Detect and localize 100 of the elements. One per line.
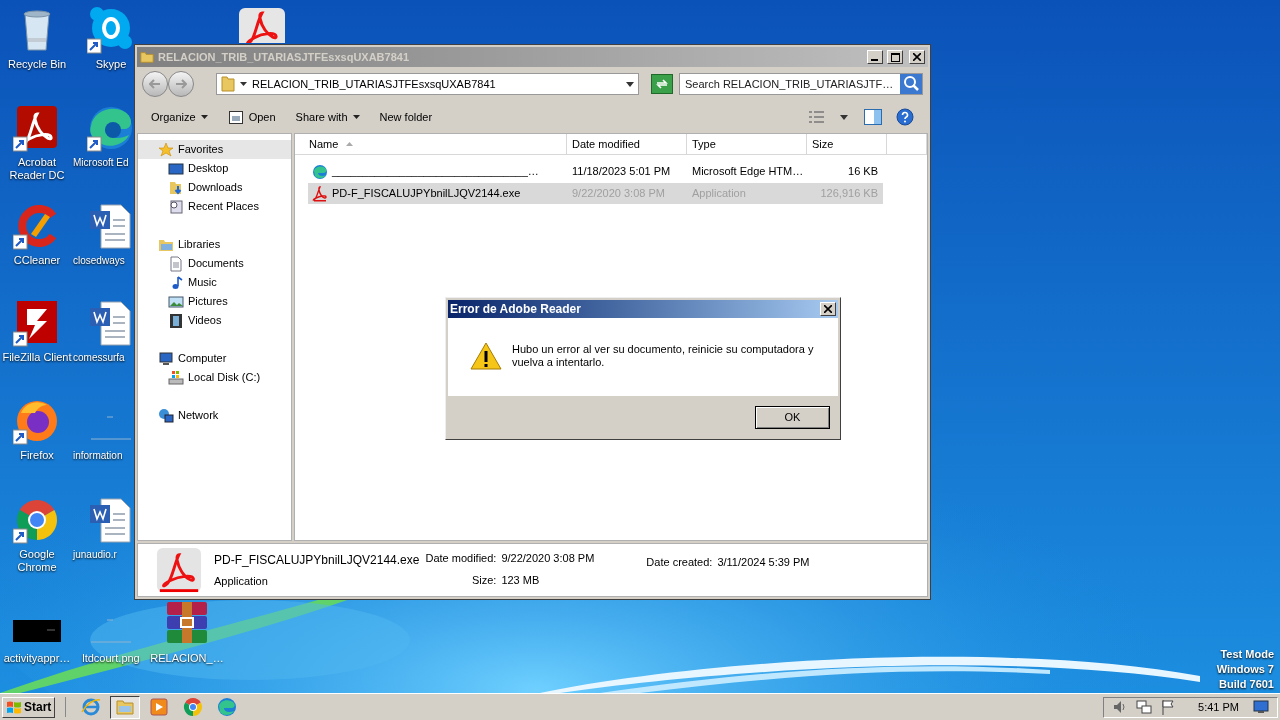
column-header[interactable]: Type — [687, 134, 807, 154]
nav-item[interactable]: Pictures — [138, 292, 291, 311]
nav-item[interactable]: Recent Places — [138, 197, 291, 216]
desktop-icon-label: Recycle Bin — [6, 58, 68, 71]
desktop-icon-label: junaudio.r — [73, 548, 117, 561]
desktop-icon-label: closedways — [73, 254, 125, 267]
browser-icon — [217, 697, 238, 717]
maximize-icon — [890, 52, 900, 62]
browser-icon — [183, 697, 204, 717]
table-cell-text: 11/18/2023 5:01 PM — [571, 164, 672, 180]
column-header[interactable]: Name — [295, 134, 567, 154]
column-header[interactable]: Size — [807, 134, 887, 154]
close-icon — [913, 53, 921, 61]
detail-value: 9/22/2020 3:08 PM — [501, 551, 595, 566]
table-cell-text: PD-F_FISCALUJPYbnilLJQV2144.exe — [332, 186, 521, 202]
desktop-icon-label: information — [73, 449, 123, 462]
search-field[interactable]: Search RELACION_TRIB_UTARIASJTF… — [679, 73, 923, 95]
system-notice-text: Windows 7 — [1216, 662, 1274, 677]
maximize-button[interactable] — [887, 50, 903, 64]
file-name: PD-F_FISCALUJPYbnilLJQV2144.exe — [214, 551, 420, 569]
landscape-picture-icon — [168, 293, 184, 310]
folder-icon — [221, 76, 235, 92]
dialog-title: Error de Adobe Reader — [450, 301, 582, 318]
table-cell-text: 16 KB — [847, 164, 879, 180]
desktop-icon-label: ltdcourt.png — [81, 652, 141, 665]
nav-item[interactable]: Downloads — [138, 178, 291, 197]
pdf-file-icon[interactable] — [238, 7, 286, 43]
toolbar-button[interactable]: Open — [221, 105, 282, 129]
address-path: RELACION_TRIB_UTARIASJTFEsxsqUXAB7841 — [252, 76, 497, 92]
nav-item[interactable]: Desktop — [138, 159, 291, 178]
film-icon — [168, 312, 184, 329]
document-icon — [168, 255, 184, 272]
ok-button[interactable]: OK — [755, 406, 830, 429]
browser-e-icon — [81, 697, 102, 717]
preview-pane-icon[interactable] — [864, 109, 882, 125]
column-header[interactable]: Date modified — [567, 134, 687, 154]
address-bar[interactable]: RELACION_TRIB_UTARIASJTFEsxsqUXAB7841 — [216, 73, 639, 95]
back-button[interactable] — [142, 71, 168, 97]
nav-item[interactable]: Documents — [138, 254, 291, 273]
pdf-file-icon — [156, 547, 202, 593]
folder-icon — [140, 50, 154, 64]
toolbar-button[interactable]: Share with — [289, 105, 366, 129]
desktop-icon-label: CCleaner — [12, 254, 62, 267]
desktop-icon-label: Microsoft Ed — [73, 156, 129, 169]
flag-icon[interactable] — [1160, 699, 1177, 715]
clock-time[interactable]: 5:41 PM — [1198, 698, 1239, 716]
desktop-icon-label: Skype — [94, 58, 128, 71]
toolbar-button[interactable]: New folder — [373, 105, 439, 129]
desktop-icon-label: RELACION_… — [149, 652, 225, 665]
detail-value: 123 MB — [501, 572, 541, 588]
drive-icon — [168, 369, 184, 386]
dropdown-caret-icon[interactable] — [626, 81, 634, 87]
warning-icon — [470, 342, 502, 370]
table-cell-text: Application — [691, 186, 747, 202]
table-cell-text: 126,916 KB — [819, 186, 879, 202]
download-folder-icon — [168, 179, 184, 196]
detail-label: Size: — [470, 572, 497, 588]
start-button[interactable]: Start — [2, 696, 56, 718]
network-computer-icon[interactable] — [1136, 699, 1153, 715]
desktop-icon-label: Firefox — [19, 449, 55, 462]
help-icon[interactable] — [896, 108, 914, 126]
table-cell-text: ________________________________… — [332, 164, 539, 180]
forward-arrow-icon — [175, 79, 187, 89]
media-player-icon — [149, 697, 170, 717]
toolbar-button[interactable]: Organize — [145, 105, 214, 129]
browser-icon — [312, 163, 328, 180]
search-icon[interactable] — [900, 74, 922, 94]
back-arrow-icon — [149, 79, 161, 89]
nav-item[interactable]: Music — [138, 273, 291, 292]
nav-item[interactable]: Computer — [138, 349, 291, 368]
refresh-arrows-icon — [655, 78, 669, 90]
minimize-button[interactable] — [867, 50, 883, 64]
close-button[interactable] — [820, 302, 836, 316]
chat-app-icon[interactable] — [87, 6, 135, 54]
nav-item[interactable]: Local Disk (C:) — [138, 368, 291, 387]
desktop-icon-label: comessurfa — [73, 351, 125, 364]
folder-icon — [115, 697, 136, 717]
file-row[interactable]: ________________________________… 11/18/2023 5:01 PM Microsoft Edge HTM… 16 KB — [308, 161, 883, 182]
detail-value: 3/11/2024 5:39 PM — [717, 555, 810, 570]
nav-item[interactable]: Videos — [138, 311, 291, 330]
computer-icon — [158, 350, 174, 367]
sort-arrow-icon — [346, 142, 354, 146]
file-type: Application — [214, 573, 269, 589]
caret-icon — [352, 115, 360, 119]
recent-places-icon — [168, 198, 184, 215]
file-row[interactable]: PD-F_FISCALUJPYbnilLJQV2144.exe 9/22/2020 3:08 PM Application 126,916 KB — [308, 183, 883, 204]
nav-item[interactable]: Favorites — [138, 140, 291, 159]
table-cell-text: 9/22/2020 3:08 PM — [571, 186, 666, 202]
open-document-icon — [227, 109, 244, 125]
close-button[interactable] — [909, 50, 925, 64]
forward-button[interactable] — [168, 71, 194, 97]
nav-item[interactable]: Network — [138, 406, 291, 425]
desktop-icon-label: FileZilla Client — [1, 351, 73, 364]
nav-item[interactable]: Libraries — [138, 235, 291, 254]
caret-icon[interactable] — [840, 114, 848, 120]
taskbar-button[interactable] — [110, 695, 141, 719]
refresh-button[interactable] — [651, 74, 673, 94]
show-desktop-icon[interactable] — [1253, 700, 1269, 714]
browser-icon[interactable] — [87, 104, 135, 152]
desktop-icon-label: Acrobat Reader DC — [8, 156, 66, 182]
